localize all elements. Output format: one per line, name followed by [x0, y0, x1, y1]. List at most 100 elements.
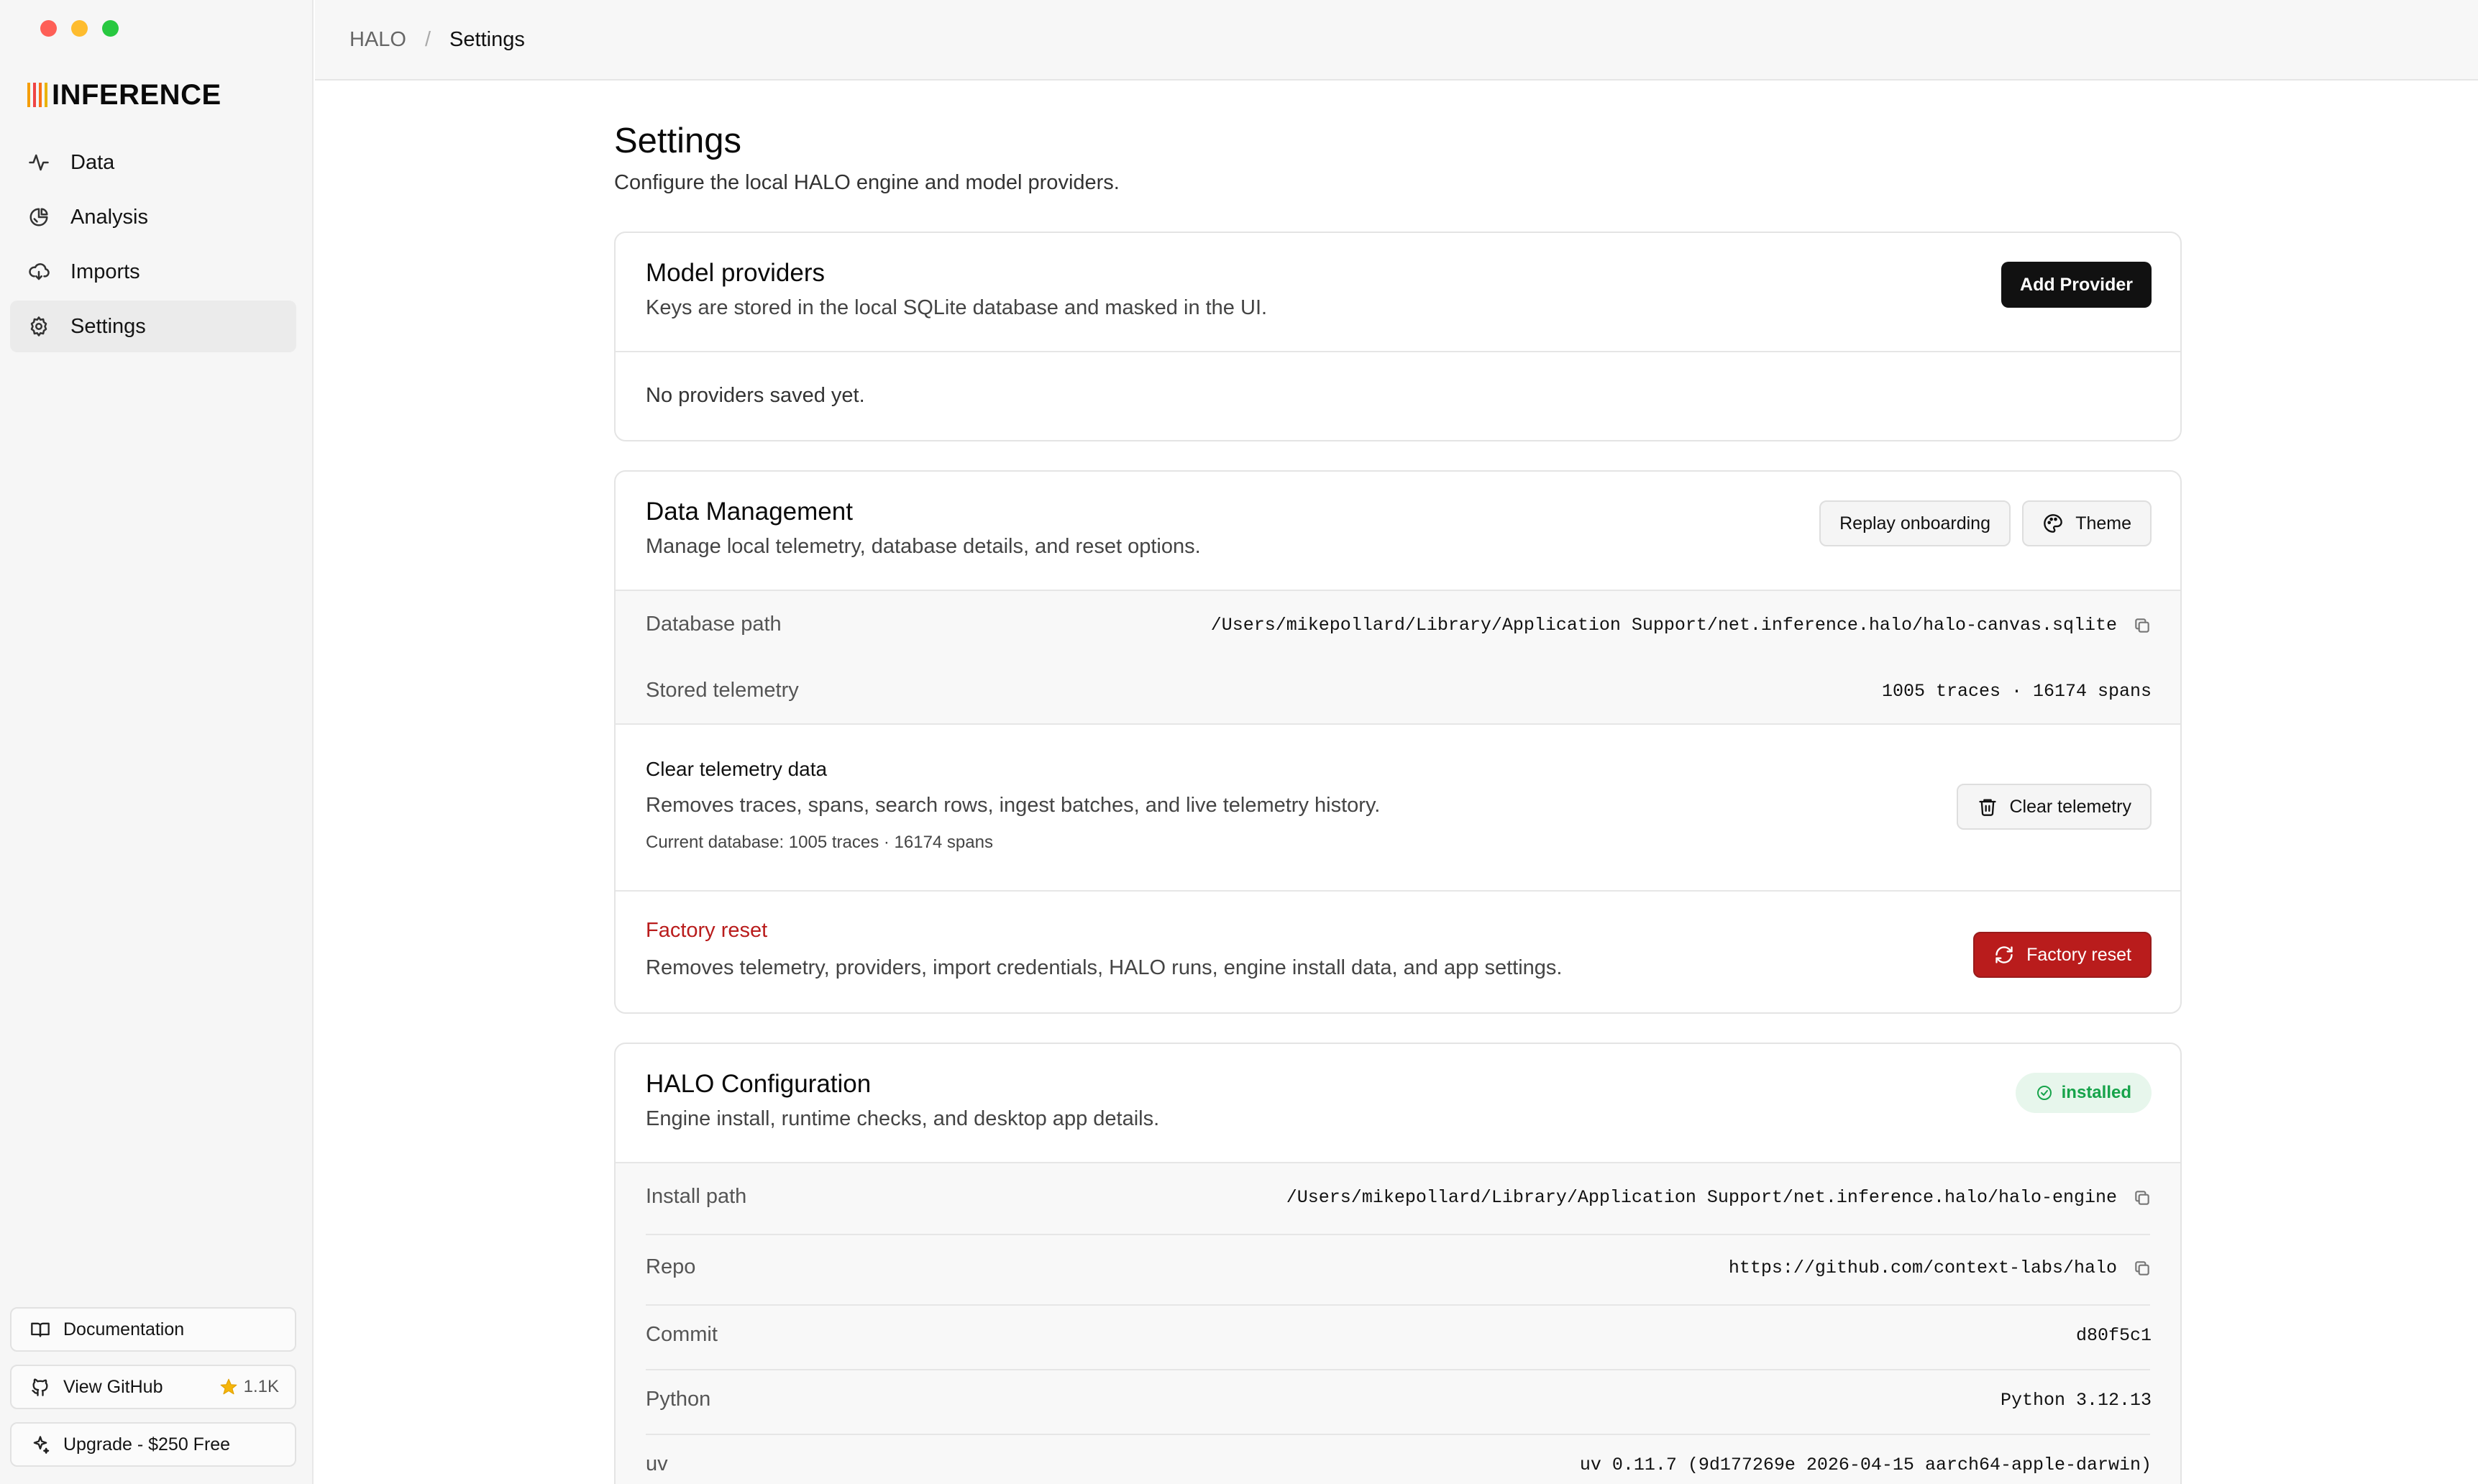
documentation-label: Documentation [63, 1319, 185, 1339]
breadcrumb-root-link[interactable]: HALO [349, 28, 406, 52]
clear-telemetry-current: Current database: 1005 traces · 16174 sp… [646, 833, 993, 852]
breadcrumb-separator: / [424, 27, 431, 51]
main-content: Settings Configure the local HALO engine… [315, 82, 2478, 1484]
halo-details-section: Install path /Users/mikepollard/Library/… [616, 1163, 2180, 1484]
repo-value: https://github.com/context-labs/halo [1729, 1258, 2152, 1278]
clear-telemetry-button[interactable]: Clear telemetry [1956, 784, 2152, 830]
trash-icon [1977, 796, 1998, 817]
model-providers-card: Model providers Keys are stored in the l… [614, 232, 2182, 441]
halo-configuration-card: HALO Configuration Engine install, runti… [614, 1043, 2182, 1484]
activity-icon [27, 151, 50, 174]
card-title: HALO Configuration [646, 1070, 872, 1098]
factory-reset-label: Factory reset [2026, 944, 2131, 965]
card-title: Data Management [646, 498, 853, 526]
analysis-icon [27, 206, 50, 229]
divider [616, 890, 2180, 892]
page-subtitle: Configure the local HALO engine and mode… [614, 171, 1120, 194]
uv-label: uv [646, 1452, 668, 1475]
clear-telemetry-label: Clear telemetry [2009, 796, 2132, 817]
brand-logo: INFERENCE [27, 79, 221, 111]
sidebar-item-data[interactable]: Data [10, 137, 296, 188]
sidebar-item-label: Analysis [70, 205, 148, 229]
check-circle-icon [2036, 1086, 2052, 1100]
sidebar-nav: Data Analysis Imports Settings [10, 137, 296, 355]
brand-name: INFERENCE [52, 79, 221, 111]
repo-label: Repo [646, 1255, 696, 1278]
gear-icon [27, 315, 50, 338]
app-window: INFERENCE Data Analysis Imports Settings… [0, 0, 2478, 1484]
github-icon [29, 1375, 52, 1398]
window-controls [40, 20, 119, 37]
sidebar-item-label: Imports [70, 260, 140, 283]
sparkle-icon [29, 1433, 52, 1456]
sidebar-item-label: Data [70, 150, 115, 174]
upgrade-button[interactable]: Upgrade - $250 Free [10, 1422, 296, 1467]
upgrade-label: Upgrade - $250 Free [63, 1434, 231, 1455]
uv-value: uv 0.11.7 (9d177269e 2026-04-15 aarch64-… [1579, 1455, 2152, 1475]
theme-label: Theme [2075, 513, 2131, 533]
star-icon [220, 1378, 237, 1395]
copy-icon[interactable] [2133, 1188, 2152, 1207]
factory-reset-title: Factory reset [646, 919, 768, 942]
documentation-button[interactable]: Documentation [10, 1307, 296, 1352]
divider [616, 723, 2180, 725]
install-path-value: /Users/mikepollard/Library/Application S… [1286, 1187, 2152, 1208]
stored-telemetry-label: Stored telemetry [646, 679, 799, 702]
data-management-card: Data Management Manage local telemetry, … [614, 470, 2182, 1014]
clear-telemetry-title: Clear telemetry data [646, 758, 828, 780]
python-label: Python [646, 1388, 711, 1411]
card-header: HALO Configuration Engine install, runti… [616, 1044, 2180, 1163]
view-github-button[interactable]: View GitHub 1.1K [10, 1365, 296, 1409]
card-header: Model providers Keys are stored in the l… [616, 233, 2180, 352]
install-path-text: /Users/mikepollard/Library/Application S… [1286, 1187, 2117, 1208]
theme-button[interactable]: Theme [2022, 500, 2152, 546]
copy-icon[interactable] [2133, 1259, 2152, 1278]
sidebar-item-imports[interactable]: Imports [10, 246, 296, 298]
refresh-icon [1993, 944, 2015, 966]
database-path-text: /Users/mikepollard/Library/Application S… [1210, 615, 2117, 636]
factory-reset-description: Removes telemetry, providers, import cre… [646, 956, 1563, 979]
breadcrumb: HALO / Settings [315, 0, 2478, 81]
stored-telemetry-value: 1005 traces · 16174 spans [1881, 681, 2152, 702]
sidebar: INFERENCE Data Analysis Imports Settings… [0, 0, 314, 1484]
database-info-section: Database path /Users/mikepollard/Library… [616, 591, 2180, 723]
replay-onboarding-button[interactable]: Replay onboarding [1819, 500, 2011, 546]
copy-icon[interactable] [2133, 616, 2152, 635]
providers-empty-state: No providers saved yet. [646, 384, 865, 407]
sidebar-item-settings[interactable]: Settings [10, 301, 296, 352]
brand-logo-bars-icon [27, 83, 47, 107]
sidebar-item-label: Settings [70, 314, 146, 338]
repo-text: https://github.com/context-labs/halo [1728, 1258, 2117, 1278]
add-provider-button[interactable]: Add Provider [2001, 262, 2152, 308]
close-window-button[interactable] [40, 20, 57, 37]
divider [646, 1304, 2150, 1306]
commit-label: Commit [646, 1323, 718, 1346]
commit-value: d80f5c1 [2075, 1325, 2152, 1346]
install-path-label: Install path [646, 1185, 747, 1208]
factory-reset-button[interactable]: Factory reset [1973, 932, 2152, 978]
sidebar-item-analysis[interactable]: Analysis [10, 191, 296, 243]
card-description: Manage local telemetry, database details… [646, 535, 1201, 558]
card-description: Keys are stored in the local SQLite data… [646, 296, 1268, 319]
clear-telemetry-description: Removes traces, spans, search rows, inge… [646, 794, 1381, 817]
zoom-window-button[interactable] [102, 20, 119, 37]
palette-icon [2042, 513, 2064, 534]
card-title: Model providers [646, 259, 825, 287]
python-value: Python 3.12.13 [2000, 1390, 2152, 1411]
cloud-download-icon [27, 260, 50, 283]
github-stars: 1.1K [219, 1377, 279, 1397]
card-header: Data Management Manage local telemetry, … [616, 472, 2180, 591]
divider [646, 1234, 2150, 1235]
breadcrumb-current: Settings [449, 27, 525, 51]
status-badge-label: installed [2061, 1083, 2131, 1102]
database-path-value: /Users/mikepollard/Library/Application S… [1211, 615, 2152, 636]
minimize-window-button[interactable] [71, 20, 88, 37]
divider [646, 1369, 2150, 1370]
divider [646, 1434, 2150, 1435]
database-path-label: Database path [646, 613, 782, 636]
github-stars-count: 1.1K [243, 1377, 279, 1396]
card-description: Engine install, runtime checks, and desk… [646, 1107, 1160, 1130]
view-github-label: View GitHub [63, 1376, 163, 1397]
book-icon [29, 1318, 52, 1341]
page-title: Settings [614, 122, 742, 160]
